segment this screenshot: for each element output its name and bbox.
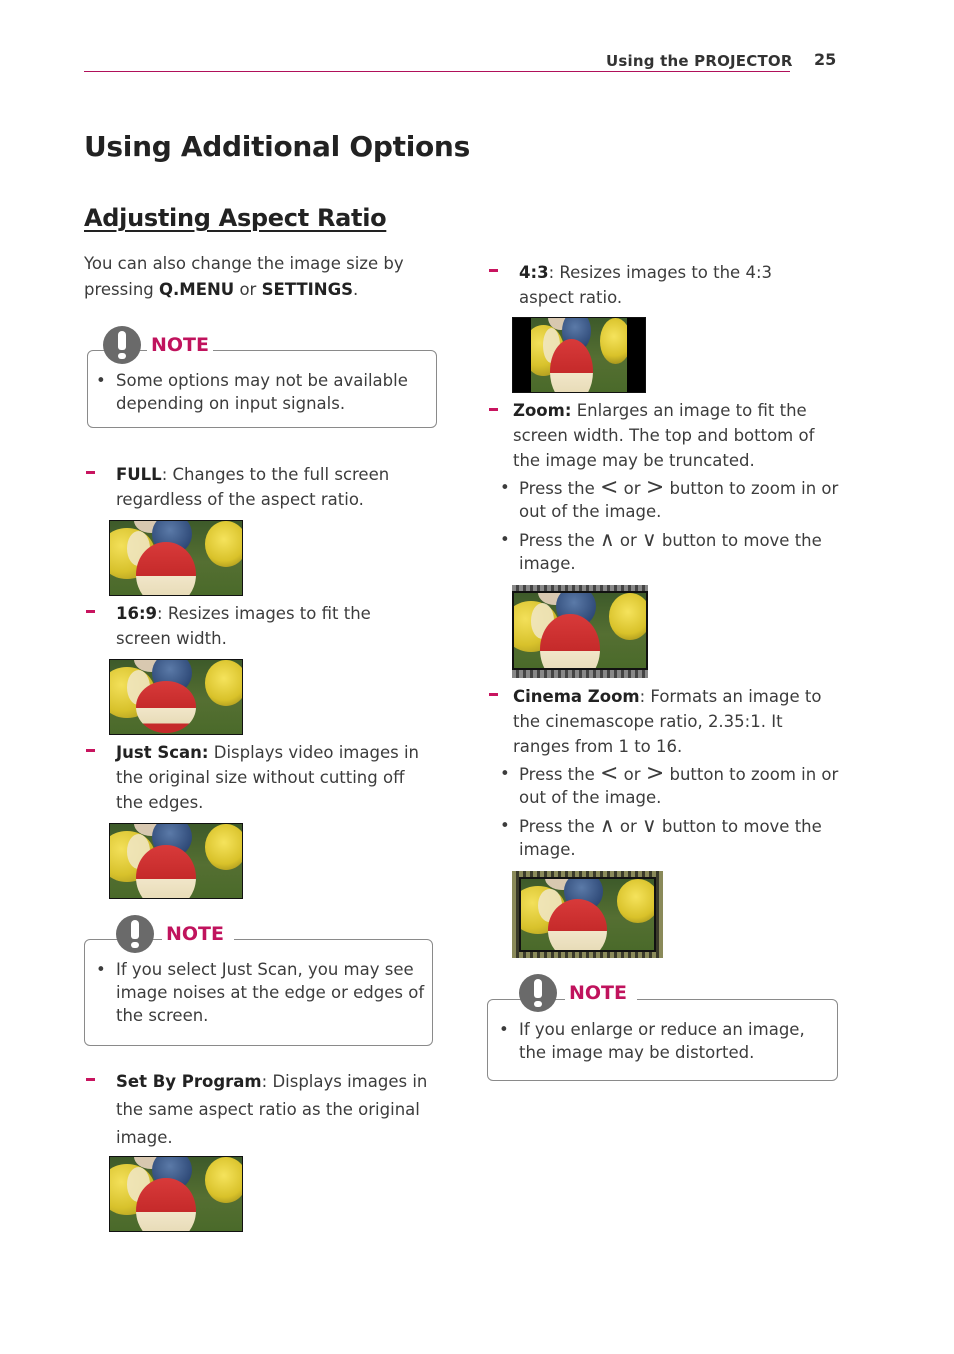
bullet: •: [500, 816, 510, 835]
16-9-aspect-preview: [109, 659, 243, 735]
bullet: •: [96, 960, 106, 979]
dash-marker: [489, 693, 498, 696]
note-text: If you select Just Scan, you may see ima…: [116, 960, 425, 1025]
left-arrow-icon: <: [600, 761, 619, 786]
header-divider: [84, 71, 790, 72]
note-header: NOTE: [103, 326, 213, 364]
intro-text: .: [353, 280, 359, 299]
set-by-program-preview: [109, 1156, 243, 1232]
option-zoom: Zoom: Enlarges an image to fit the scree…: [513, 398, 833, 473]
note-header: NOTE: [116, 915, 234, 953]
bullet: •: [500, 764, 510, 783]
option-name: FULL: [116, 465, 162, 484]
option-name: Set By Program: [116, 1072, 262, 1091]
note-label: NOTE: [162, 923, 234, 945]
dash-marker: [86, 610, 95, 613]
option-name: 4:3: [519, 263, 549, 282]
section-title: Adjusting Aspect Ratio: [84, 204, 387, 232]
note-header: NOTE: [519, 974, 637, 1012]
dash-marker: [489, 269, 498, 272]
note-label: NOTE: [147, 334, 213, 356]
option-just-scan: Just Scan: Displays video images in the …: [116, 740, 434, 815]
option-16-9: 16:9: Resizes images to fit the screen w…: [116, 604, 371, 648]
dash-marker: [489, 408, 498, 411]
note-content: • If you select Just Scan, you may see i…: [96, 958, 436, 1027]
zoom-bullet-2: • Press the ∧ or ∨ button to move the ima…: [500, 527, 822, 574]
option-set-by-program: Set By Program: Displays images in the s…: [116, 1072, 428, 1147]
qmenu-key: Q.MENU: [159, 280, 235, 299]
note-content: • If you enlarge or reduce an image, the…: [499, 1018, 834, 1064]
full-aspect-preview: [109, 520, 243, 596]
zoom-preview: [512, 585, 648, 678]
bullet: •: [500, 478, 510, 497]
cinema-zoom-preview: [512, 871, 663, 958]
note-text: Some options may not be available depend…: [116, 371, 408, 413]
note-text: If you enlarge or reduce an image, the i…: [519, 1020, 805, 1062]
exclamation-icon: [519, 974, 557, 1012]
up-arrow-icon: ∧: [600, 527, 615, 551]
right-arrow-icon: >: [645, 475, 665, 500]
option-name: Zoom:: [513, 401, 572, 420]
option-full: FULL: Changes to the full screen regardl…: [116, 465, 390, 509]
zoom-bullet-1: • Press the < or > button to zoom in or o…: [500, 475, 839, 521]
exclamation-icon: [103, 326, 141, 364]
option-name: Just Scan:: [116, 743, 209, 762]
cinema-zoom-bullet-1: • Press the < or > button to zoom in or o…: [500, 761, 839, 807]
option-name: Cinema Zoom: [513, 687, 640, 706]
exclamation-icon: [116, 915, 154, 953]
dash-marker: [86, 749, 95, 752]
down-arrow-icon: ∨: [642, 527, 657, 551]
option-cinema-zoom: Cinema Zoom: Formats an image to the cin…: [513, 687, 822, 756]
bullet: •: [500, 530, 510, 549]
note-label: NOTE: [565, 982, 637, 1004]
down-arrow-icon: ∨: [642, 813, 657, 837]
dash-marker: [86, 1078, 95, 1081]
up-arrow-icon: ∧: [600, 813, 615, 837]
bullet: •: [96, 371, 106, 390]
intro-text: or: [234, 280, 262, 299]
option-name: 16:9: [116, 604, 158, 623]
left-arrow-icon: <: [600, 475, 619, 500]
cinema-zoom-bullet-2: • Press the ∧ or ∨ button to move the ima…: [500, 813, 822, 860]
bullet: •: [499, 1020, 509, 1039]
4-3-aspect-preview: [512, 317, 646, 393]
note-content: • Some options may not be available depe…: [96, 369, 431, 415]
just-scan-preview: [109, 823, 243, 899]
right-arrow-icon: >: [645, 761, 665, 786]
intro-paragraph: You can also change the image size by pr…: [84, 251, 444, 303]
page-title: Using Additional Options: [84, 130, 470, 163]
running-header: Using the PROJECTOR: [606, 52, 793, 70]
dash-marker: [86, 471, 95, 474]
option-4-3: 4:3: Resizes images to the 4:3 aspect ra…: [519, 263, 773, 307]
settings-key: SETTINGS: [261, 280, 353, 299]
page-number: 25: [814, 50, 837, 69]
